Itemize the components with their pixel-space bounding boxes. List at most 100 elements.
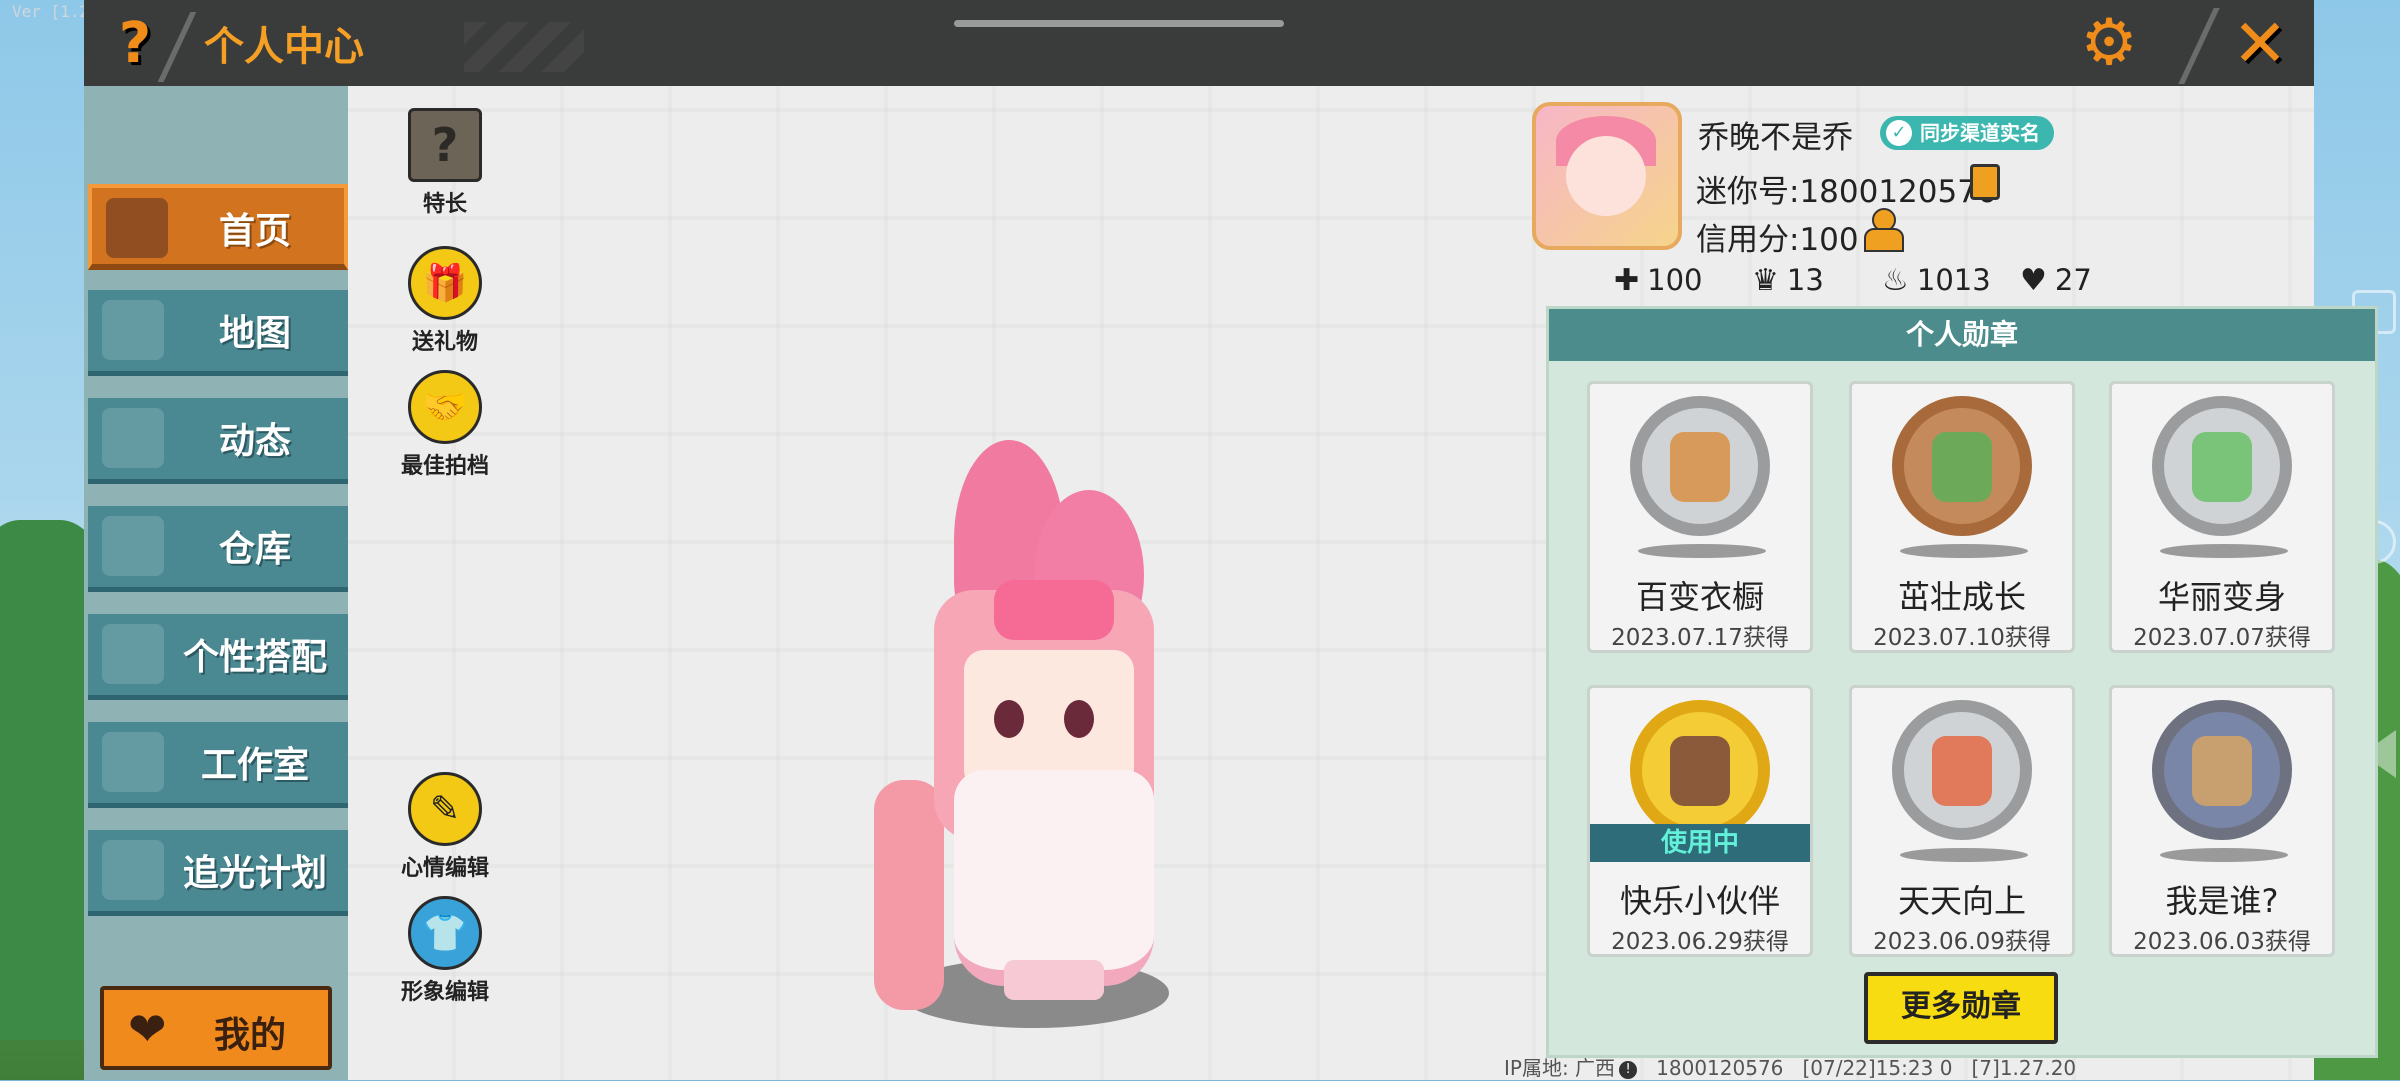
badge-date: 2023.06.03获得	[2133, 929, 2311, 955]
buddy-medal-icon	[1630, 700, 1770, 840]
heart-icon: ❤	[128, 1002, 167, 1056]
badge-card[interactable]: 华丽变身 2023.07.07获得	[2109, 381, 2335, 653]
mood-edit-label: 心情编辑	[400, 856, 489, 881]
daily-progress-medal-icon	[1892, 700, 2032, 840]
help-icon: ?	[118, 10, 152, 76]
stat-likes: ♥ 27	[2020, 262, 2092, 298]
title-bar: ? 个人中心 ⚙ ✕	[84, 0, 2314, 86]
studio-icon	[102, 732, 164, 792]
outfit-edit-icon: 👕	[408, 896, 482, 970]
badge-panel-title: 个人勋章	[1549, 309, 2375, 361]
close-divider	[2178, 8, 2220, 84]
fans-icon: ♛	[1752, 262, 1779, 298]
sidebar-item-label: 仓库	[218, 529, 291, 570]
sidebar-item-label: 追光计划	[182, 853, 327, 894]
page-title: 个人中心	[204, 24, 364, 70]
flame-icon: ♨	[1882, 262, 1909, 298]
home-icon	[106, 198, 168, 258]
gift-icon: 🎁	[408, 246, 482, 320]
footer-meta: 1800120576 [07/22]15:23 0 [7]1.27.20	[1656, 1056, 2077, 1080]
gear-icon: ⚙	[2080, 6, 2138, 80]
badge-name: 天天向上	[1897, 882, 2026, 920]
sidebar-item-outfit[interactable]: 个性搭配	[88, 614, 348, 700]
sidebar-item-feed[interactable]: 动态	[88, 398, 348, 484]
stat-score: ✚ 100	[1614, 262, 1703, 298]
look-edit-label: 形象编辑	[400, 980, 489, 1005]
sidebar-item-label: 动态	[218, 421, 291, 462]
settings-button[interactable]: ⚙	[2074, 6, 2144, 80]
badge-name: 快乐小伙伴	[1619, 882, 1780, 920]
gift-label: 送礼物	[411, 330, 478, 355]
footer-info: IP属地: 广西! 1800120576 [07/22]15:23 0 [7]1…	[1504, 1052, 2076, 1081]
badge-card[interactable]: 茁壮成长 2023.07.10获得	[1849, 381, 2075, 653]
sync-real-name-badge[interactable]: ✓ 同步渠道实名	[1880, 116, 2054, 150]
drag-handle[interactable]	[954, 20, 1284, 27]
badge-date: 2023.06.29获得	[1611, 929, 1789, 955]
specialty-button[interactable]: ? 特长	[390, 108, 500, 218]
sidebar-item-label: 地图	[218, 313, 291, 354]
badge-date: 2023.07.17获得	[1611, 625, 1789, 651]
sidebar-item-map[interactable]: 地图	[88, 290, 348, 376]
badge-card[interactable]: 使用中 快乐小伙伴 2023.06.29获得	[1587, 685, 1813, 957]
badge-card[interactable]: 我是谁? 2023.06.03获得	[2109, 685, 2335, 957]
badge-name: 华丽变身	[2157, 578, 2286, 616]
stat-fans: ♛ 13	[1752, 262, 1824, 298]
badge-date: 2023.07.07获得	[2133, 625, 2311, 651]
growth-medal-icon	[1892, 396, 2032, 536]
badge-name: 茁壮成长	[1897, 578, 2026, 616]
badge-name: 百变衣橱	[1635, 578, 1764, 616]
gift-button[interactable]: 🎁 送礼物	[390, 246, 500, 356]
profile-panel: ? 个人中心 ⚙ ✕ 首页 地图 动态 仓库 个性搭配 工作室 追光计划 ❤ 我…	[84, 0, 2378, 1081]
credit-person-icon[interactable]	[1864, 208, 1904, 252]
mine-button[interactable]: ❤ 我的	[100, 986, 332, 1070]
transform-medal-icon	[2152, 396, 2292, 536]
bell-icon	[102, 408, 164, 468]
wardrobe-medal-icon	[1630, 396, 1770, 536]
best-partner-button[interactable]: 🤝 最佳拍档	[390, 370, 500, 480]
profile-avatar[interactable]	[1532, 102, 1682, 250]
close-icon: ✕	[2232, 4, 2288, 82]
person-check-icon: ✓	[1886, 120, 1912, 146]
sidebar-item-studio[interactable]: 工作室	[88, 722, 348, 808]
badge-panel: 个人勋章 百变衣橱 2023.07.17获得 茁壮成长 2023.07.10获得…	[1546, 306, 2378, 1058]
mood-edit-button[interactable]: ✎ 心情编辑	[390, 772, 500, 882]
copy-icon[interactable]	[1970, 164, 2000, 200]
stat-popularity: ♨ 1013	[1882, 262, 1991, 298]
sidebar-item-plan[interactable]: 追光计划	[88, 830, 348, 916]
badge-date: 2023.06.09获得	[1873, 929, 2051, 955]
plus-box-icon: ✚	[1614, 262, 1640, 298]
badge-card[interactable]: 天天向上 2023.06.09获得	[1849, 685, 2075, 957]
stat-value: 100	[1647, 263, 1703, 297]
player-avatar[interactable]	[854, 440, 1214, 1040]
map-icon	[102, 300, 164, 360]
stat-value: 27	[2054, 263, 2092, 297]
sidebar: 首页 地图 动态 仓库 个性搭配 工作室 追光计划 ❤ 我的	[84, 86, 348, 1080]
badge-card[interactable]: 百变衣橱 2023.07.17获得	[1587, 381, 1813, 653]
ip-location: IP属地: 广西	[1504, 1056, 1616, 1080]
sync-badge-label: 同步渠道实名	[1920, 121, 2040, 145]
outfit-icon	[102, 624, 164, 684]
sidebar-item-label: 首页	[218, 211, 291, 252]
plan-icon	[102, 840, 164, 900]
badge-date: 2023.07.10获得	[1873, 625, 2051, 651]
info-icon[interactable]: !	[1619, 1060, 1638, 1079]
sidebar-item-label: 个性搭配	[182, 637, 327, 678]
more-badges-button[interactable]: 更多勋章	[1864, 972, 2058, 1044]
sidebar-item-warehouse[interactable]: 仓库	[88, 506, 348, 592]
edit-icon: ✎	[408, 772, 482, 846]
stat-value: 13	[1786, 263, 1824, 297]
sidebar-item-label: 工作室	[200, 745, 309, 786]
specialty-label: 特长	[422, 192, 467, 217]
heart-icon: ♥	[2020, 262, 2047, 298]
title-decoration	[464, 22, 584, 72]
close-button[interactable]: ✕	[2220, 5, 2300, 82]
help-button[interactable]: ?	[100, 8, 170, 78]
warehouse-icon	[102, 516, 164, 576]
sidebar-item-home[interactable]: 首页	[88, 184, 348, 270]
credit-score: 信用分:100	[1696, 222, 1859, 258]
look-edit-button[interactable]: 👕 形象编辑	[390, 896, 500, 1006]
mini-id: 迷你号:1800120576	[1696, 174, 1997, 210]
mine-label: 我的	[214, 1015, 287, 1056]
stat-value: 1013	[1916, 263, 1991, 297]
best-partner-label: 最佳拍档	[400, 454, 489, 479]
